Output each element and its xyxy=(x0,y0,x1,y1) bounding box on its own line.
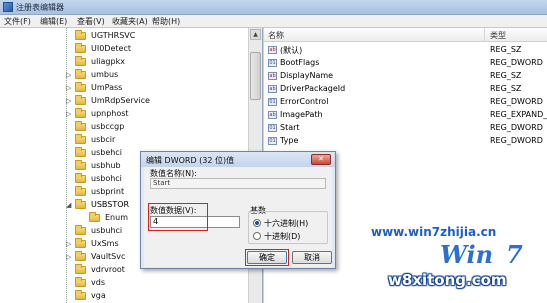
window-title: 注册表编辑器 xyxy=(16,3,64,12)
collapse-arrow-icon[interactable]: ◢ xyxy=(66,201,71,209)
menu-file[interactable]: 文件(F) xyxy=(4,16,31,27)
string-value-icon: ab xyxy=(268,85,277,93)
string-value-icon: ab xyxy=(268,72,277,80)
value-row-type[interactable]: 01 Type REG_DWORD xyxy=(264,135,547,148)
base-radio-group: 十六进制(H) 十进制(D) xyxy=(248,211,328,244)
value-row-displayname[interactable]: ab DisplayName REG_SZ xyxy=(264,70,547,83)
tree-item-upnphost[interactable]: ▷ upnphost xyxy=(0,108,255,121)
expand-arrow-icon[interactable]: ▷ xyxy=(66,253,71,261)
folder-icon xyxy=(75,56,86,66)
folder-icon xyxy=(75,173,86,183)
value-row-bootflags[interactable]: 01 BootFlags REG_DWORD xyxy=(264,57,547,70)
folder-icon xyxy=(75,290,86,300)
tree-item-ugthrsvc[interactable]: UGTHRSVC xyxy=(0,30,255,43)
tree-item-vga[interactable]: vga xyxy=(0,290,255,303)
win7-logo-text: Win xyxy=(440,240,494,269)
folder-open-icon xyxy=(75,199,86,209)
window-titlebar: 注册表编辑器 xyxy=(0,0,547,15)
dword-value-icon: 01 xyxy=(268,59,277,67)
menu-bar: 文件(F) 编辑(E) 查看(V) 收藏夹(A) 帮助(H) xyxy=(0,15,547,28)
folder-icon xyxy=(75,251,86,261)
tree-item-umbus[interactable]: ▷ umbus xyxy=(0,69,255,82)
watermark-site-url: www.win7zhijia.cn xyxy=(371,225,497,239)
win7-logo: Win 7 xyxy=(440,240,540,269)
dialog-titlebar[interactable]: 编辑 DWORD (32 位)值 ✕ xyxy=(141,152,335,167)
menu-view[interactable]: 查看(V) xyxy=(77,16,105,27)
value-row-imagepath[interactable]: ab ImagePath REG_EXPAND_S xyxy=(264,109,547,122)
string-value-icon: ab xyxy=(268,46,277,54)
watermark-bottom-url: w8xitong.com xyxy=(388,271,507,289)
folder-icon xyxy=(75,108,86,118)
menu-help[interactable]: 帮助(H) xyxy=(152,16,180,27)
close-icon[interactable]: ✕ xyxy=(311,154,331,165)
folder-icon xyxy=(75,238,86,248)
folder-icon xyxy=(89,212,100,222)
expand-arrow-icon[interactable]: ▷ xyxy=(66,97,71,105)
folder-icon xyxy=(75,160,86,170)
tree-item-usbccgp[interactable]: usbccgp xyxy=(0,121,255,134)
dialog-title: 编辑 DWORD (32 位)值 xyxy=(146,156,235,165)
scrollbar-thumb[interactable] xyxy=(250,52,261,100)
cancel-button[interactable]: 取消 xyxy=(292,251,332,264)
expand-arrow-icon[interactable]: ▷ xyxy=(66,240,71,248)
dword-value-icon: 01 xyxy=(268,98,277,106)
folder-icon xyxy=(75,30,86,40)
folder-icon xyxy=(75,121,86,131)
scroll-up-arrow-icon[interactable]: ▲ xyxy=(250,29,261,40)
regedit-app-icon xyxy=(3,2,13,12)
menu-edit[interactable]: 编辑(E) xyxy=(40,16,67,27)
highlight-box-value-data xyxy=(148,203,208,231)
folder-icon xyxy=(75,69,86,79)
expand-arrow-icon[interactable]: ▷ xyxy=(66,71,71,79)
string-value-icon: ab xyxy=(268,111,277,119)
radio-button[interactable] xyxy=(253,232,261,240)
folder-icon xyxy=(75,264,86,274)
menu-favorites[interactable]: 收藏夹(A) xyxy=(112,16,148,27)
folder-icon xyxy=(75,95,86,105)
highlight-box-ok-button xyxy=(245,249,289,266)
tree-item-umpass[interactable]: ▷ UmPass xyxy=(0,82,255,95)
value-row-start[interactable]: 01 Start REG_DWORD xyxy=(264,122,547,135)
radio-button-checked[interactable] xyxy=(253,219,261,227)
folder-icon xyxy=(75,134,86,144)
radio-dec[interactable]: 十进制(D) xyxy=(253,231,327,241)
folder-icon xyxy=(75,277,86,287)
dialog-body: 数值名称(N): Start 数值数据(V): 4 基数 十六进制(H) 十进制… xyxy=(144,167,332,267)
dword-value-icon: 01 xyxy=(268,124,277,132)
value-row-default[interactable]: ab (默认) REG_SZ xyxy=(264,44,547,57)
folder-icon xyxy=(75,147,86,157)
column-header-name[interactable]: 名称 xyxy=(268,30,284,41)
folder-icon xyxy=(75,186,86,196)
win7-logo-number: 7 xyxy=(506,240,523,269)
tree-item-umrdpservice[interactable]: ▷ UmRdpService xyxy=(0,95,255,108)
column-separator[interactable] xyxy=(484,28,485,42)
folder-icon xyxy=(75,225,86,235)
values-column-header: 名称 类型 xyxy=(264,28,547,42)
folder-icon xyxy=(75,82,86,92)
value-name-field: Start xyxy=(150,178,326,189)
tree-item-usbcir[interactable]: usbcir xyxy=(0,134,255,147)
value-row-driverpackageid[interactable]: ab DriverPackageId REG_SZ xyxy=(264,83,547,96)
folder-icon xyxy=(75,43,86,53)
tree-item-uliagpkx[interactable]: uliagpkx xyxy=(0,56,255,69)
radio-hex[interactable]: 十六进制(H) xyxy=(253,218,327,228)
value-row-errorcontrol[interactable]: 01 ErrorControl REG_DWORD xyxy=(264,96,547,109)
tree-item-vds[interactable]: vds xyxy=(0,277,255,290)
tree-item-ui0detect[interactable]: UI0Detect xyxy=(0,43,255,56)
expand-arrow-icon[interactable]: ▷ xyxy=(66,84,71,92)
dword-value-icon: 01 xyxy=(268,137,277,145)
expand-arrow-icon[interactable]: ▷ xyxy=(66,110,71,118)
column-header-type[interactable]: 类型 xyxy=(490,30,506,41)
edit-dword-dialog: 编辑 DWORD (32 位)值 ✕ 数值名称(N): Start 数值数据(V… xyxy=(140,151,336,269)
